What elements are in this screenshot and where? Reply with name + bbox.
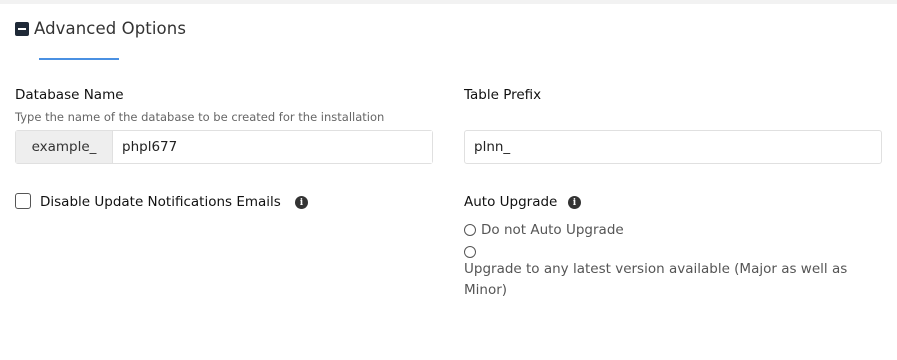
radio-no-auto-upgrade[interactable] — [464, 224, 476, 236]
database-name-group: example_ — [15, 130, 433, 164]
database-name-label: Database Name — [15, 87, 124, 103]
radio-upgrade-latest[interactable] — [464, 246, 476, 258]
database-prefix-addon: example_ — [16, 131, 113, 163]
top-divider — [0, 0, 897, 4]
section-title: Advanced Options — [34, 19, 187, 38]
disable-notifications-label[interactable]: Disable Update Notifications Emails — [40, 194, 281, 210]
info-icon[interactable]: i — [295, 196, 308, 209]
auto-upgrade-label: Auto Upgrade — [464, 194, 558, 210]
radio-no-auto-upgrade-label[interactable]: Do not Auto Upgrade — [481, 220, 624, 241]
table-prefix-input[interactable] — [464, 130, 882, 164]
advanced-options-toggle[interactable]: Advanced Options — [15, 19, 186, 38]
database-name-hint: Type the name of the database to be crea… — [15, 110, 385, 124]
disable-notifications-checkbox[interactable] — [15, 193, 31, 209]
info-icon[interactable]: i — [568, 196, 581, 209]
minus-square-icon — [15, 21, 29, 36]
database-name-input[interactable] — [113, 131, 432, 163]
section-underline — [39, 58, 119, 60]
table-prefix-label: Table Prefix — [464, 87, 542, 103]
radio-upgrade-latest-label[interactable]: Upgrade to any latest version available … — [464, 259, 874, 301]
